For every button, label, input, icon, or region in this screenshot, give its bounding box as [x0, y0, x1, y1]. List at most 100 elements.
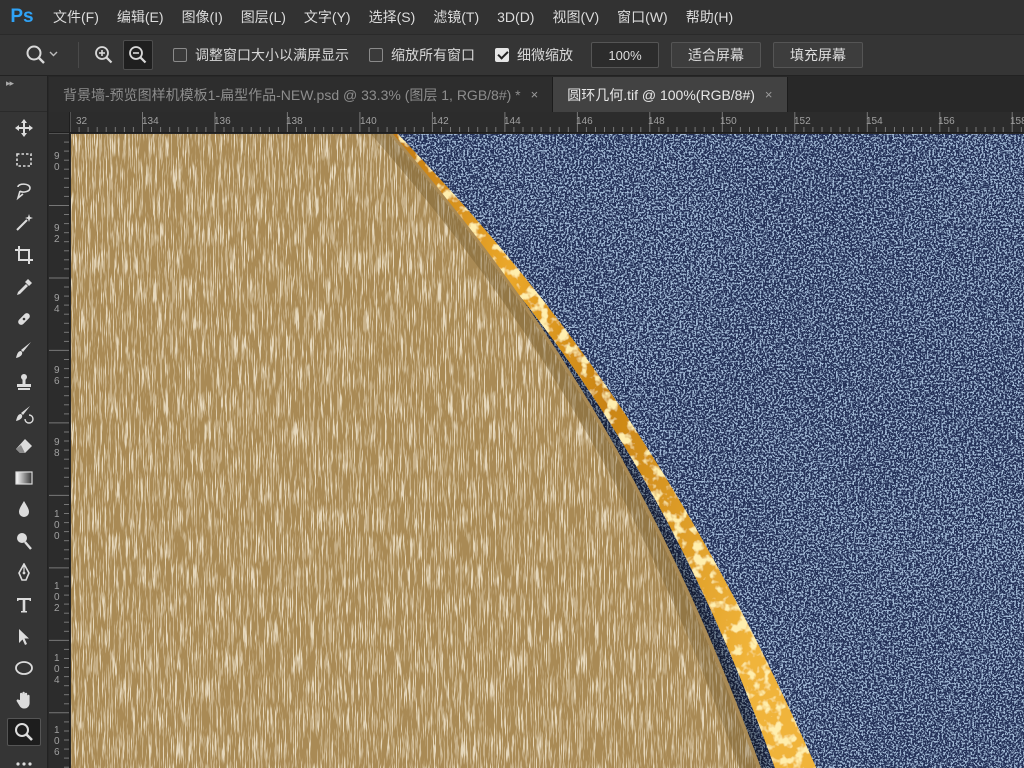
ruler-tick-label: 4: [54, 304, 60, 315]
ruler-tick-label: 134: [142, 116, 159, 127]
ruler-tick-label: 1: [54, 509, 60, 520]
ruler-ticks: 32 134 136 138 140 142 144 146 148 150 152 154 156 15…: [70, 112, 1024, 132]
tool-button[interactable]: [7, 114, 41, 142]
marquee-icon: [16, 152, 32, 167]
scrubby-zoom-checkbox[interactable]: 细微缩放: [495, 45, 573, 65]
ruler-tick-label: 2: [54, 234, 60, 245]
tool-button[interactable]: [7, 241, 41, 269]
tool-button[interactable]: [7, 591, 41, 619]
menu-file[interactable]: 文件(F): [44, 0, 108, 34]
options-bar: 调整窗口大小以满屏显示 缩放所有窗口 细微缩放 100% 适合屏幕 填充屏幕: [0, 34, 1024, 76]
zoom-in-icon: [95, 46, 113, 64]
tab-document-2[interactable]: 圆环几何.tif @ 100%(RGB/8#) ×: [553, 77, 788, 112]
tool-crop[interactable]: [0, 239, 48, 271]
menu-layer[interactable]: 图层(L): [232, 0, 295, 34]
ruler-vertical[interactable]: 9092949698100102104106: [49, 133, 70, 768]
type-icon: [17, 597, 31, 613]
ruler-horizontal[interactable]: 32 134 136 138 140 142 144 146 148 150 152 154 156 15…: [70, 112, 1024, 133]
gradient-icon: [15, 471, 33, 485]
tool-move[interactable]: [0, 112, 48, 144]
tool-button[interactable]: [7, 654, 41, 682]
panel-collapse-icon[interactable]: ▸▸: [0, 76, 47, 90]
document-canvas[interactable]: [71, 134, 1024, 768]
ruler-tick-label: 158: [1010, 116, 1024, 127]
tool-button[interactable]: [7, 368, 41, 396]
tool-eraser[interactable]: [0, 430, 48, 462]
tool-button[interactable]: [7, 464, 41, 492]
blur-icon: [19, 501, 29, 518]
tool-eyedropper[interactable]: [0, 271, 48, 303]
ruler-tick-label: 0: [54, 736, 60, 747]
ruler-tick-label: 6: [54, 747, 60, 758]
tool-button[interactable]: [7, 686, 41, 714]
zoom-all-windows-checkbox[interactable]: 缩放所有窗口: [369, 45, 475, 65]
checkbox-box-checked[interactable]: [495, 48, 509, 62]
tool-path-selection[interactable]: [0, 621, 48, 653]
tool-button[interactable]: [7, 750, 41, 768]
panel-grip[interactable]: [0, 90, 47, 112]
ruler-origin[interactable]: [49, 112, 70, 133]
menu-select[interactable]: 选择(S): [360, 0, 425, 34]
menu-help[interactable]: 帮助(H): [677, 0, 742, 34]
zoom-out-button[interactable]: [123, 40, 153, 70]
menu-filter[interactable]: 滤镜(T): [424, 0, 488, 34]
tool-button[interactable]: [7, 400, 41, 428]
tool-button[interactable]: [7, 336, 41, 364]
tool-type[interactable]: [0, 589, 48, 621]
tool-healing-brush[interactable]: [0, 303, 48, 335]
menu-window[interactable]: 窗口(W): [608, 0, 677, 34]
fill-screen-button[interactable]: 填充屏幕: [773, 42, 863, 68]
tool-preset-picker[interactable]: [18, 41, 68, 69]
tool-brush[interactable]: [0, 335, 48, 367]
tool-button[interactable]: [7, 177, 41, 205]
tool-magic-wand[interactable]: [0, 207, 48, 239]
tab-document-1[interactable]: 背景墙-预览图样机模板1-扁型作品-NEW.psd @ 33.3% (图层 1,…: [49, 77, 554, 112]
ruler-tick-label: 9: [54, 437, 60, 448]
tool-hand[interactable]: [0, 684, 48, 716]
zoom-percent-button[interactable]: 100%: [591, 42, 659, 68]
tool-button[interactable]: [7, 495, 41, 523]
tool-gradient[interactable]: [0, 462, 48, 494]
tool-button[interactable]: [7, 146, 41, 174]
tool-clone-stamp[interactable]: [0, 366, 48, 398]
tool-pen[interactable]: [0, 557, 48, 589]
tool-button[interactable]: [7, 559, 41, 587]
ruler-tick-label: 9: [54, 293, 60, 304]
tool-button[interactable]: [7, 718, 41, 747]
tool-button[interactable]: [7, 209, 41, 237]
fit-screen-button[interactable]: 适合屏幕: [671, 42, 761, 68]
lasso-icon: [16, 183, 31, 201]
photoshop-window: Ps 文件(F) 编辑(E) 图像(I) 图层(L) 文字(Y) 选择(S) 滤…: [0, 0, 1024, 768]
resize-windows-checkbox[interactable]: 调整窗口大小以满屏显示: [173, 45, 349, 65]
tab-close-icon[interactable]: ×: [765, 87, 773, 102]
zoom-in-button[interactable]: [89, 40, 119, 70]
tool-more[interactable]: [0, 748, 48, 768]
ruler-tick-label: 154: [866, 116, 883, 127]
menu-edit[interactable]: 编辑(E): [108, 0, 173, 34]
tool-button[interactable]: [7, 305, 41, 333]
menu-image[interactable]: 图像(I): [173, 0, 232, 34]
tool-button[interactable]: [7, 432, 41, 460]
tool-button[interactable]: [7, 623, 41, 651]
menu-view[interactable]: 视图(V): [543, 0, 608, 34]
menu-type[interactable]: 文字(Y): [295, 0, 360, 34]
tool-button[interactable]: [7, 527, 41, 555]
tool-marquee[interactable]: [0, 144, 48, 176]
tool-ellipse[interactable]: [0, 653, 48, 685]
ruler-tick-label: 142: [432, 116, 449, 127]
checkbox-box[interactable]: [369, 48, 383, 62]
tool-dodge[interactable]: [0, 525, 48, 557]
tool-button[interactable]: [7, 273, 41, 301]
tab-close-icon[interactable]: ×: [531, 87, 539, 102]
tool-lasso[interactable]: [0, 176, 48, 208]
tool-history-brush[interactable]: [0, 398, 48, 430]
checkbox-box[interactable]: [173, 48, 187, 62]
zoom-all-windows-label: 缩放所有窗口: [391, 47, 475, 63]
ruler-tick-label: 1: [54, 581, 60, 592]
tab-label: 背景墙-预览图样机模板1-扁型作品-NEW.psd @ 33.3% (图层 1,…: [63, 86, 521, 103]
tab-label: 圆环几何.tif @ 100%(RGB/8#): [567, 86, 755, 103]
tool-blur[interactable]: [0, 494, 48, 526]
history-brush-icon: [16, 406, 34, 424]
menu-3d[interactable]: 3D(D): [488, 0, 543, 34]
tool-zoom[interactable]: [0, 716, 48, 748]
